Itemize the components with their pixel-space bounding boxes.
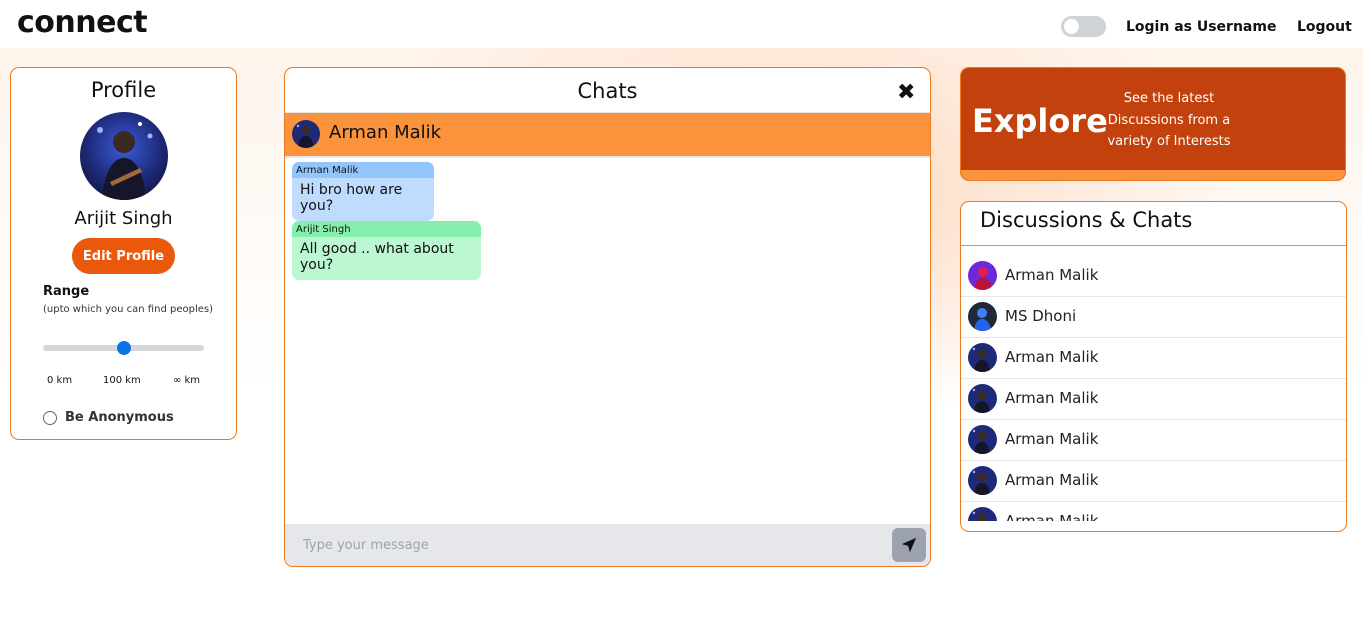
discussion-avatar [968, 384, 997, 413]
message-sender: Arman Malik [292, 162, 434, 178]
chat-contact-header: Arman Malik [285, 112, 930, 158]
explore-banner[interactable]: Explore See the latest Discussions from … [960, 67, 1346, 181]
discussion-item[interactable]: Arman Malik [961, 461, 1346, 502]
discussion-item[interactable]: Arman Malik [961, 502, 1346, 521]
discussions-list[interactable]: Arman Malik MS Dhoni Arman Malik Arman Mali… [961, 256, 1346, 521]
discussion-item[interactable]: Arman Malik [961, 379, 1346, 420]
discussion-item[interactable]: Arman Malik [961, 338, 1346, 379]
anonymous-option[interactable]: Be Anonymous [43, 410, 174, 425]
profile-avatar [80, 112, 168, 200]
anonymous-label: Be Anonymous [65, 410, 174, 425]
message-text: All good .. what about you? [292, 237, 481, 280]
chat-title: Chats [577, 79, 638, 103]
discussion-name: Arman Malik [1005, 512, 1099, 521]
profile-title: Profile [90, 78, 157, 102]
contact-avatar [292, 120, 320, 148]
send-icon [901, 537, 917, 553]
range-slider[interactable] [43, 341, 204, 355]
contact-name: Arman Malik [329, 122, 442, 143]
discussion-name: Arman Malik [1005, 430, 1099, 448]
edit-profile-button[interactable]: Edit Profile [72, 238, 175, 274]
login-as-username-link[interactable]: Login as Username [1126, 19, 1276, 35]
discussion-name: Arman Malik [1005, 471, 1099, 489]
profile-name: Arijit Singh [74, 208, 173, 229]
explore-accent-strip [961, 170, 1345, 180]
discussion-avatar [968, 343, 997, 372]
close-icon[interactable]: ✖ [897, 80, 915, 105]
anonymous-radio[interactable] [43, 410, 57, 425]
top-bar: connect Login as Username Logout [0, 0, 1363, 48]
range-tick-min: 0 km [47, 375, 73, 386]
range-label: Range [43, 284, 90, 299]
send-button[interactable] [892, 528, 926, 562]
discussions-title: Discussions & Chats [980, 208, 1193, 232]
discussion-item[interactable]: Arman Malik [961, 256, 1346, 297]
divider [961, 245, 1346, 246]
discussion-name: Arman Malik [1005, 348, 1099, 366]
message-incoming: Arman Malik Hi bro how are you? [292, 162, 434, 221]
theme-toggle[interactable] [1061, 16, 1106, 37]
range-tick-mid: 100 km [103, 375, 141, 386]
message-sender: Arijit Singh [292, 221, 481, 237]
explore-title: Explore [972, 102, 1108, 140]
discussion-avatar [968, 425, 997, 454]
message-outgoing: Arijit Singh All good .. what about you? [292, 221, 481, 280]
discussions-panel: Discussions & Chats Arman Malik MS Dhoni A… [960, 201, 1347, 532]
discussion-item[interactable]: MS Dhoni [961, 297, 1346, 338]
discussion-item[interactable]: Arman Malik [961, 420, 1346, 461]
message-composer [285, 524, 930, 566]
discussion-name: Arman Malik [1005, 389, 1099, 407]
discussion-name: Arman Malik [1005, 266, 1099, 284]
range-tick-max: ∞ km [173, 375, 201, 386]
discussion-avatar [968, 302, 997, 331]
message-text: Hi bro how are you? [292, 178, 434, 221]
logout-link[interactable]: Logout [1297, 19, 1352, 35]
discussion-avatar [968, 507, 997, 521]
discussion-name: MS Dhoni [1005, 307, 1077, 325]
brand-logo[interactable]: connect [17, 5, 148, 40]
range-hint: (upto which you can find peoples) [43, 304, 213, 315]
toggle-knob [1064, 19, 1079, 34]
discussion-avatar [968, 466, 997, 495]
message-input[interactable] [285, 524, 885, 566]
range-slider-thumb[interactable] [116, 341, 131, 355]
discussion-avatar [968, 261, 997, 290]
explore-description: See the latest Discussions from a variet… [1107, 91, 1231, 149]
profile-card: Profile Arijit Singh Edit Profile Range … [10, 67, 237, 440]
chat-panel: Chats ✖ Arman Malik Arman Malik Hi bro h… [284, 67, 931, 567]
